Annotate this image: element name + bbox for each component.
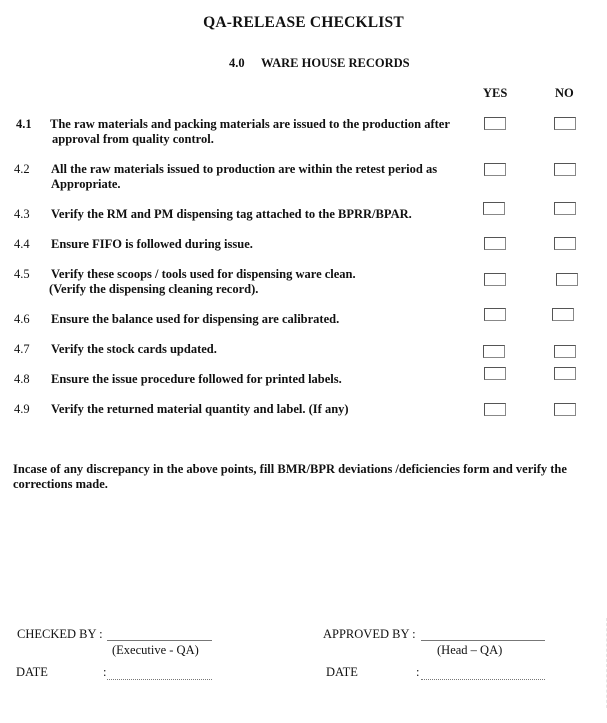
item-text: Verify these scoops / tools used for dis… [49,267,356,296]
yes-checkbox[interactable] [484,273,506,286]
no-checkbox[interactable] [554,367,576,380]
item-text: The raw materials and packing materials … [50,117,450,146]
checked-date-colon: : [103,665,107,679]
page-title: QA-RELEASE CHECKLIST [203,14,404,31]
item-number: 4.6 [14,312,30,326]
item-number: 4.2 [14,162,30,176]
checked-by-role: (Executive - QA) [112,643,199,657]
yes-checkbox[interactable] [484,367,506,380]
yes-checkbox[interactable] [483,202,505,215]
no-checkbox[interactable] [554,403,576,416]
item-number: 4.1 [16,117,32,131]
checked-by-signature-line[interactable] [107,640,212,641]
section-number: 4.0 [229,56,245,70]
item-number: 4.4 [14,237,30,251]
discrepancy-note: Incase of any discrepancy in the above p… [13,462,567,491]
item-number: 4.7 [14,342,30,356]
approved-by-signature-line[interactable] [421,640,545,641]
item-text: Verify the stock cards updated. [51,342,217,356]
checked-by-label: CHECKED BY : [17,627,103,641]
approved-by-label: APPROVED BY : [323,627,416,641]
yes-checkbox[interactable] [484,163,506,176]
approved-date-line[interactable] [421,679,545,680]
column-header-yes: YES [483,86,508,100]
no-checkbox[interactable] [554,163,576,176]
no-checkbox[interactable] [552,308,574,321]
section-heading: 4.0 WARE HOUSE RECORDS [229,56,410,71]
section-title: WARE HOUSE RECORDS [261,56,410,70]
approved-by-role: (Head – QA) [437,643,503,657]
approved-date-label: DATE [326,665,358,679]
approved-date-colon: : [416,665,420,679]
item-number: 4.3 [14,207,30,221]
yes-checkbox[interactable] [484,237,506,250]
no-checkbox[interactable] [554,345,576,358]
item-number: 4.5 [14,267,30,281]
checked-date-line[interactable] [107,679,212,680]
no-checkbox[interactable] [556,273,578,286]
item-text: Ensure FIFO is followed during issue. [51,237,253,251]
column-header-no: NO [555,86,574,100]
no-checkbox[interactable] [554,117,576,130]
item-text: Ensure the issue procedure followed for … [51,372,342,386]
yes-checkbox[interactable] [484,403,506,416]
yes-checkbox[interactable] [484,117,506,130]
item-number: 4.8 [14,372,30,386]
item-text: Verify the returned material quantity an… [51,402,349,416]
item-text: Verify the RM and PM dispensing tag atta… [51,207,412,221]
item-number: 4.9 [14,402,30,416]
checked-date-label: DATE [16,665,48,679]
yes-checkbox[interactable] [484,308,506,321]
item-text: All the raw materials issued to producti… [51,162,438,191]
yes-checkbox[interactable] [483,345,505,358]
no-checkbox[interactable] [554,202,576,215]
no-checkbox[interactable] [554,237,576,250]
item-text: Ensure the balance used for dispensing a… [51,312,340,326]
